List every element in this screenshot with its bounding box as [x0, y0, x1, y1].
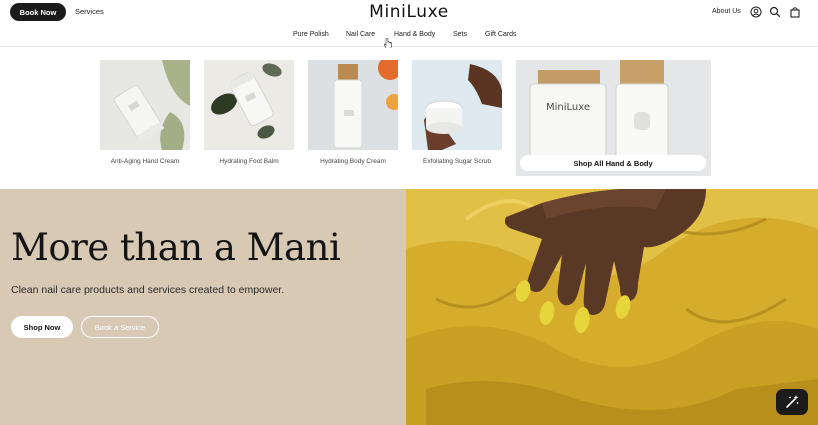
product-image[interactable]: [308, 60, 398, 150]
product-card-hand-cream[interactable]: Anti-Aging Hand Cream: [100, 60, 190, 165]
shop-all-hand-body-button[interactable]: Shop All Hand & Body: [520, 155, 706, 171]
hero-text-panel: More than a Mani Clean nail care product…: [0, 189, 406, 425]
site-header: Book Now Services MiniLuxe About Us Pure…: [0, 0, 818, 47]
site-logo[interactable]: MiniLuxe: [0, 2, 818, 22]
account-icon[interactable]: [750, 6, 762, 18]
product-label[interactable]: Anti-Aging Hand Cream: [100, 158, 190, 165]
product-image[interactable]: [100, 60, 190, 150]
nav-item-sets[interactable]: Sets: [453, 31, 467, 38]
product-card-foot-balm[interactable]: Hydrating Foot Balm: [204, 60, 294, 165]
main-nav: Pure Polish Nail Care Hand & Body Sets G…: [0, 31, 818, 43]
about-us-link[interactable]: About Us: [712, 8, 741, 15]
magic-wand-button[interactable]: [776, 389, 808, 415]
magic-wand-icon: [786, 395, 799, 408]
search-icon[interactable]: [769, 6, 781, 18]
bag-icon[interactable]: [789, 6, 801, 18]
hero-title: More than a Mani: [11, 226, 341, 269]
product-label[interactable]: Hydrating Foot Balm: [204, 158, 294, 165]
nav-item-gift-cards[interactable]: Gift Cards: [485, 31, 517, 38]
product-image[interactable]: [204, 60, 294, 150]
nav-item-pure-polish[interactable]: Pure Polish: [293, 31, 329, 38]
product-label[interactable]: Exfoliating Sugar Scrub: [412, 158, 502, 165]
product-image[interactable]: [412, 60, 502, 150]
hero-subtitle: Clean nail care products and services cr…: [11, 284, 285, 296]
nav-item-hand-body[interactable]: Hand & Body: [394, 31, 435, 38]
product-card-sugar-scrub[interactable]: Exfoliating Sugar Scrub: [412, 60, 502, 165]
shop-all-card[interactable]: MiniLuxe Shop All Hand & Body: [516, 60, 711, 176]
shop-now-button[interactable]: Shop Now: [11, 316, 73, 338]
nav-item-nail-care[interactable]: Nail Care: [346, 31, 375, 38]
mega-menu-dropdown: Anti-Aging Hand Cream Hydrating Foot Bal…: [0, 48, 818, 189]
product-label[interactable]: Hydrating Body Cream: [308, 158, 398, 165]
hero-image: [406, 189, 818, 425]
book-a-service-button[interactable]: Book a Service: [81, 316, 159, 338]
product-card-body-cream[interactable]: Hydrating Body Cream: [308, 60, 398, 165]
product-brand-text: MiniLuxe: [546, 102, 590, 113]
